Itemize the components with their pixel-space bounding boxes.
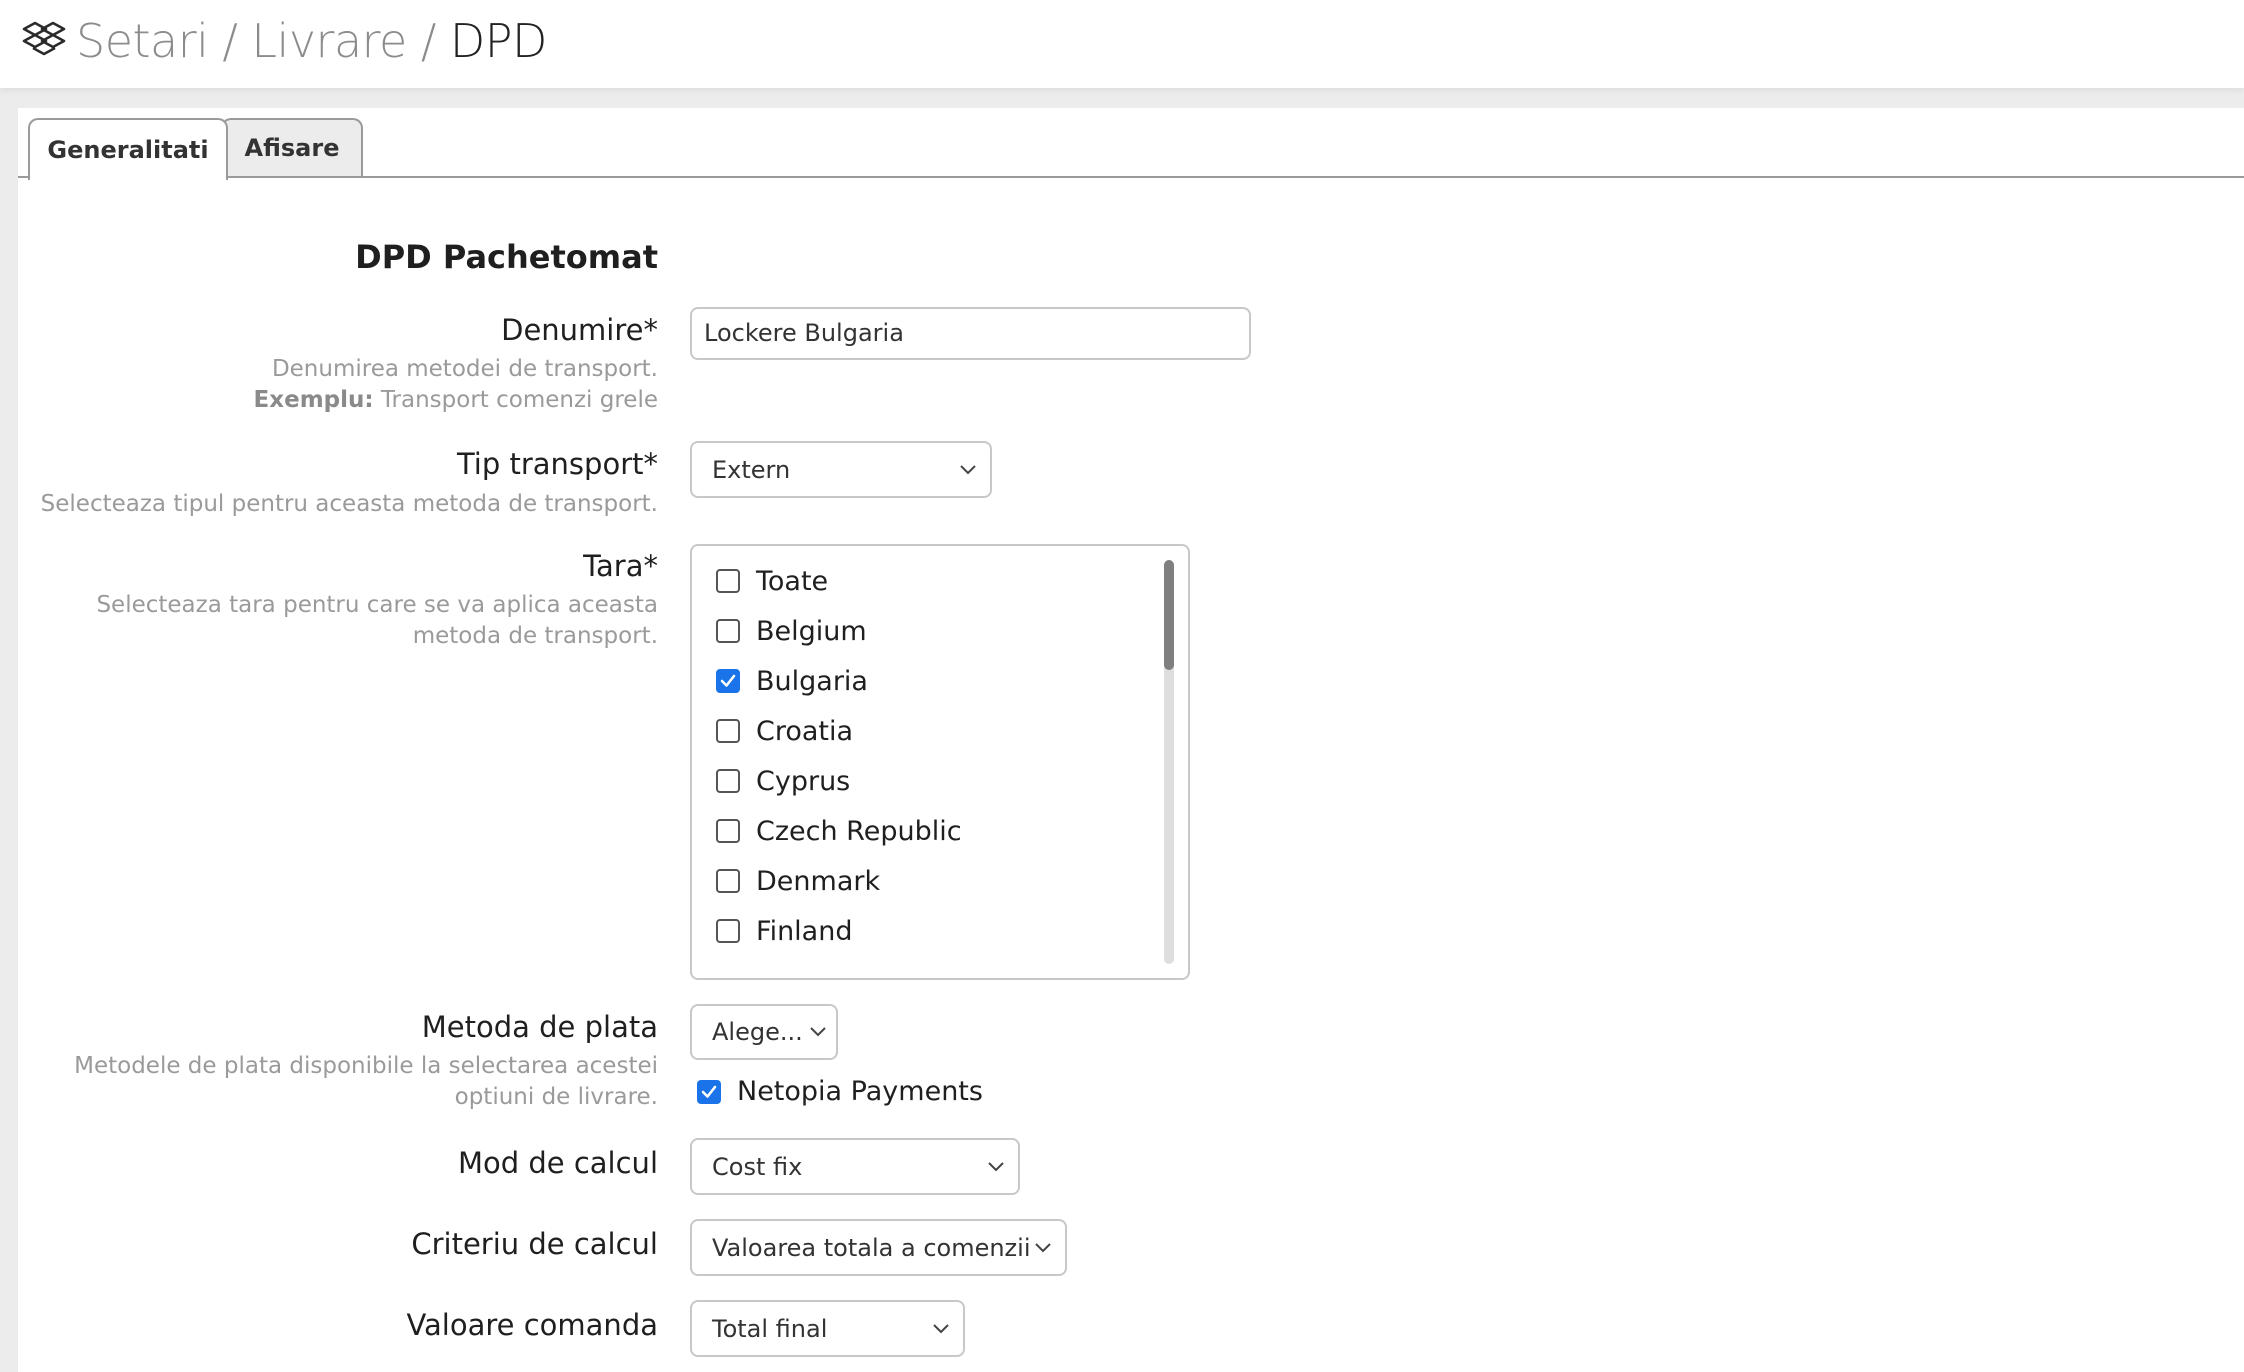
country-label: Czech Republic: [756, 815, 962, 847]
checkbox[interactable]: [716, 719, 740, 743]
country-option-bulgaria[interactable]: Bulgaria: [716, 661, 868, 701]
metoda-plata-hint-line2: optiuni de livrare.: [454, 1084, 658, 1110]
tab-divider: [18, 176, 2244, 178]
tara-label: Tara*: [583, 549, 658, 583]
denumire-input[interactable]: Lockere Bulgaria: [690, 307, 1251, 360]
valoare-comanda-value: Total final: [712, 1314, 828, 1343]
country-option-cyprus[interactable]: Cyprus: [716, 761, 850, 801]
country-option-czech-republic[interactable]: Czech Republic: [716, 811, 962, 851]
tip-transport-value: Extern: [712, 455, 791, 484]
country-label: Finland: [756, 915, 853, 947]
checkbox[interactable]: [716, 869, 740, 893]
scrollbar-thumb[interactable]: [1164, 560, 1174, 670]
checkmark-icon: [720, 674, 736, 687]
checkbox[interactable]: [716, 919, 740, 943]
example-text: Transport comenzi grele: [373, 387, 658, 413]
breadcrumb-current: DPD: [449, 14, 548, 68]
tab-afisare[interactable]: Afisare: [221, 118, 363, 176]
criteriu-calcul-value: Valoarea totala a comenzii: [712, 1233, 1031, 1262]
mod-calcul-label: Mod de calcul: [457, 1146, 658, 1180]
country-label: Bulgaria: [756, 665, 868, 697]
criteriu-calcul-label: Criteriu de calcul: [411, 1227, 658, 1261]
checkmark-icon: [701, 1085, 717, 1098]
mod-calcul-select[interactable]: Cost fix: [690, 1138, 1020, 1195]
metoda-plata-label: Metoda de plata: [421, 1010, 658, 1044]
mod-calcul-value: Cost fix: [712, 1152, 803, 1181]
checkbox[interactable]: [716, 619, 740, 643]
checkbox-checked[interactable]: [716, 669, 740, 693]
checkbox[interactable]: [716, 769, 740, 793]
tip-transport-hint: Selecteaza tipul pentru aceasta metoda d…: [40, 491, 658, 517]
payment-method-netopia[interactable]: Netopia Payments: [697, 1076, 983, 1107]
valoare-comanda-label: Valoare comanda: [406, 1308, 658, 1342]
breadcrumb-livrare[interactable]: Livrare: [251, 14, 407, 68]
country-option-denmark[interactable]: Denmark: [716, 861, 880, 901]
tip-transport-label: Tip transport*: [456, 447, 658, 481]
valoare-comanda-select[interactable]: Total final: [690, 1300, 965, 1357]
tara-hint-line2: metoda de transport.: [412, 623, 658, 649]
section-title: DPD Pachetomat: [355, 238, 658, 276]
tip-transport-select[interactable]: Extern: [690, 441, 992, 498]
country-label: Cyprus: [756, 765, 851, 797]
criteriu-calcul-select[interactable]: Valoarea totala a comenzii: [690, 1219, 1067, 1276]
country-label: Croatia: [756, 715, 854, 747]
top-bar: Setari / Livrare / DPD: [0, 0, 2244, 88]
chevron-down-icon: [933, 1323, 949, 1333]
denumire-label: Denumire*: [501, 313, 658, 347]
metoda-plata-select[interactable]: Alege...: [690, 1004, 838, 1060]
chevron-down-icon: [1035, 1242, 1051, 1252]
denumire-example: Exemplu: Transport comenzi grele: [254, 385, 658, 416]
breadcrumb: Setari / Livrare / DPD: [76, 10, 547, 72]
country-option-toate[interactable]: Toate: [716, 561, 828, 601]
tab-generalitati[interactable]: Generalitati: [28, 118, 228, 180]
chevron-down-icon: [810, 1027, 826, 1037]
breadcrumb-setari[interactable]: Setari: [76, 14, 209, 68]
payment-method-label: Netopia Payments: [737, 1076, 983, 1107]
country-option-belgium[interactable]: Belgium: [716, 611, 867, 651]
example-label: Exemplu:: [253, 387, 374, 413]
country-label: Belgium: [756, 615, 867, 647]
metoda-plata-value: Alege...: [712, 1018, 803, 1046]
denumire-hint: Denumirea metodei de transport.: [271, 356, 658, 382]
checkbox[interactable]: [716, 819, 740, 843]
country-option-croatia[interactable]: Croatia: [716, 711, 853, 751]
boxes-icon: [22, 21, 66, 56]
checkbox[interactable]: [716, 569, 740, 593]
tara-hint-line1: Selecteaza tara pentru care se va aplica…: [96, 592, 658, 618]
metoda-plata-hint-line1: Metodele de plata disponibile la selecta…: [74, 1053, 658, 1079]
country-listbox[interactable]: Toate Belgium Bulgaria Croatia Cyprus Cz…: [690, 544, 1190, 980]
country-label: Denmark: [756, 865, 881, 897]
chevron-down-icon: [960, 464, 976, 474]
breadcrumb-separator: /: [420, 14, 437, 68]
country-option-finland[interactable]: Finland: [716, 911, 852, 951]
country-label: Toate: [756, 565, 829, 597]
chevron-down-icon: [988, 1161, 1004, 1171]
breadcrumb-separator: /: [222, 14, 238, 68]
checkbox-checked[interactable]: [697, 1079, 721, 1104]
